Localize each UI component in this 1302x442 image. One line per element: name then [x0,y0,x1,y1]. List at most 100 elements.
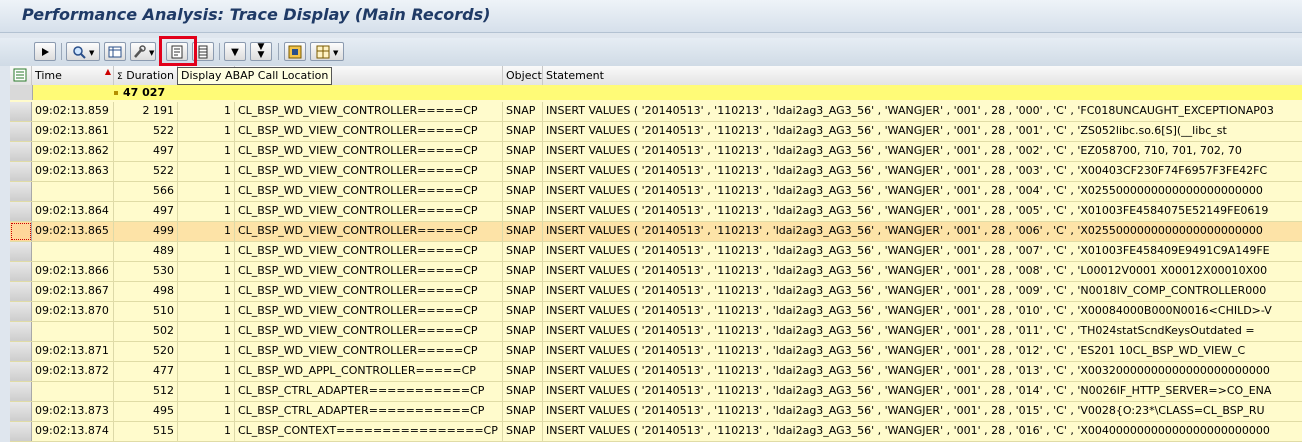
cell-object[interactable]: SNAP [503,422,543,441]
cell-statement[interactable]: INSERT VALUES ( '20140513' , '110213' , … [543,342,1302,361]
cell-program[interactable]: CL_BSP_WD_VIEW_CONTROLLER=====CP [235,342,503,361]
cell-object[interactable]: SNAP [503,402,543,421]
select-all-button[interactable] [10,66,32,85]
cell-statement[interactable]: INSERT VALUES ( '20140513' , '110213' , … [543,162,1302,181]
table-row[interactable]: 09:02:13.866 530 1 CL_BSP_WD_VIEW_CONTROLLE… [10,262,1302,282]
row-selector[interactable] [10,402,32,421]
cell-program[interactable]: CL_BSP_CTRL_ADAPTER===========CP [235,382,503,401]
row-selector[interactable] [10,322,32,341]
cell-duration[interactable]: 512 [114,382,178,401]
table-row[interactable]: 09:02:13.870 510 1 CL_BSP_WD_VIEW_CONTROLLE… [10,302,1302,322]
cell-records[interactable]: 1 [178,342,235,361]
cell-records[interactable]: 1 [178,382,235,401]
cell-duration[interactable]: 477 [114,362,178,381]
table-row[interactable]: 09:02:13.859 2 191 1 CL_BSP_WD_VIEW_CONTROL… [10,102,1302,122]
cell-records[interactable]: 1 [178,182,235,201]
table-row[interactable]: 09:02:13.861 522 1 CL_BSP_WD_VIEW_CONTROLLE… [10,122,1302,142]
cell-object[interactable]: SNAP [503,202,543,221]
cell-statement[interactable]: INSERT VALUES ( '20140513' , '110213' , … [543,402,1302,421]
cell-program[interactable]: CL_BSP_WD_VIEW_CONTROLLER=====CP [235,242,503,261]
last-button[interactable]: ▼ ▼ [250,42,272,61]
row-selector[interactable] [10,422,32,441]
cell-duration[interactable]: 497 [114,202,178,221]
table-row[interactable]: 512 1 CL_BSP_CTRL_ADAPTER===========CP SNAP… [10,382,1302,402]
row-selector[interactable] [10,222,32,241]
row-selector[interactable] [10,142,32,161]
cell-program[interactable]: CL_BSP_CONTEXT================CP [235,422,503,441]
column-header-statement[interactable]: Statement [543,66,1302,85]
row-selector[interactable] [10,382,32,401]
cell-records[interactable]: 1 [178,202,235,221]
row-selector[interactable] [10,282,32,301]
cell-program[interactable]: CL_BSP_WD_VIEW_CONTROLLER=====CP [235,162,503,181]
table-row[interactable]: 09:02:13.864 497 1 CL_BSP_WD_VIEW_CONTROLLE… [10,202,1302,222]
cell-time[interactable]: 09:02:13.867 [32,282,114,301]
cell-time[interactable]: 09:02:13.874 [32,422,114,441]
table-row[interactable]: 09:02:13.871 520 1 CL_BSP_WD_VIEW_CONTROLLE… [10,342,1302,362]
cell-program[interactable]: CL_BSP_CTRL_ADAPTER===========CP [235,402,503,421]
row-selector[interactable] [10,262,32,281]
cell-time[interactable] [32,382,114,401]
table-row[interactable]: 09:02:13.862 497 1 CL_BSP_WD_VIEW_CONTROLLE… [10,142,1302,162]
cell-time[interactable]: 09:02:13.859 [32,102,114,121]
cell-time[interactable] [32,182,114,201]
table-row[interactable]: 502 1 CL_BSP_WD_VIEW_CONTROLLER=====CP SNAP… [10,322,1302,342]
next-button[interactable]: ▼ [224,42,246,61]
table-row[interactable]: 09:02:13.865 499 1 CL_BSP_WD_VIEW_CONTROLLE… [10,222,1302,242]
cell-time[interactable] [32,322,114,341]
cell-records[interactable]: 1 [178,122,235,141]
table-view-button[interactable] [104,42,126,61]
cell-time[interactable]: 09:02:13.861 [32,122,114,141]
cell-object[interactable]: SNAP [503,162,543,181]
cell-time[interactable]: 09:02:13.863 [32,162,114,181]
row-selector[interactable] [10,342,32,361]
cell-records[interactable]: 1 [178,282,235,301]
cell-records[interactable]: 1 [178,262,235,281]
cell-duration[interactable]: 510 [114,302,178,321]
table-row[interactable]: 09:02:13.863 522 1 CL_BSP_WD_VIEW_CONTROLLE… [10,162,1302,182]
cell-time[interactable]: 09:02:13.866 [32,262,114,281]
cell-duration[interactable]: 498 [114,282,178,301]
cell-time[interactable]: 09:02:13.862 [32,142,114,161]
cell-time[interactable]: 09:02:13.871 [32,342,114,361]
cell-time[interactable]: 09:02:13.870 [32,302,114,321]
cell-statement[interactable]: INSERT VALUES ( '20140513' , '110213' , … [543,302,1302,321]
row-selector[interactable] [10,85,33,100]
cell-object[interactable]: SNAP [503,302,543,321]
cell-records[interactable]: 1 [178,322,235,341]
cell-statement[interactable]: INSERT VALUES ( '20140513' , '110213' , … [543,422,1302,441]
cell-duration[interactable]: 522 [114,122,178,141]
cell-records[interactable]: 1 [178,362,235,381]
cell-time[interactable]: 09:02:13.864 [32,202,114,221]
row-selector[interactable] [10,102,32,121]
cell-object[interactable]: SNAP [503,382,543,401]
column-header-duration[interactable]: Σ Duration [114,66,178,85]
cell-records[interactable]: 1 [178,162,235,181]
cell-program[interactable]: CL_BSP_WD_VIEW_CONTROLLER=====CP [235,182,503,201]
table-row[interactable]: 09:02:13.873 495 1 CL_BSP_CTRL_ADAPTER=====… [10,402,1302,422]
cell-object[interactable]: SNAP [503,102,543,121]
cell-statement[interactable]: INSERT VALUES ( '20140513' , '110213' , … [543,102,1302,121]
cell-program[interactable]: CL_BSP_WD_VIEW_CONTROLLER=====CP [235,322,503,341]
layout-button[interactable]: ▼ [310,42,344,61]
cell-records[interactable]: 1 [178,422,235,441]
cell-time[interactable]: 09:02:13.872 [32,362,114,381]
cell-object[interactable]: SNAP [503,142,543,161]
row-selector[interactable] [10,202,32,221]
row-selector[interactable] [10,362,32,381]
cell-object[interactable]: SNAP [503,362,543,381]
cell-time[interactable]: 09:02:13.873 [32,402,114,421]
cell-object[interactable]: SNAP [503,122,543,141]
column-header-time[interactable]: Time ▲ [32,66,114,85]
cell-program[interactable]: CL_BSP_WD_VIEW_CONTROLLER=====CP [235,142,503,161]
cell-duration[interactable]: 499 [114,222,178,241]
column-header-object[interactable]: Object [503,66,543,85]
cell-statement[interactable]: INSERT VALUES ( '20140513' , '110213' , … [543,322,1302,341]
cell-records[interactable]: 1 [178,142,235,161]
cell-statement[interactable]: INSERT VALUES ( '20140513' , '110213' , … [543,382,1302,401]
cell-program[interactable]: CL_BSP_WD_VIEW_CONTROLLER=====CP [235,262,503,281]
cell-program[interactable]: CL_BSP_WD_APPL_CONTROLLER=====CP [235,362,503,381]
cell-object[interactable]: SNAP [503,282,543,301]
cell-statement[interactable]: INSERT VALUES ( '20140513' , '110213' , … [543,142,1302,161]
cell-duration[interactable]: 502 [114,322,178,341]
